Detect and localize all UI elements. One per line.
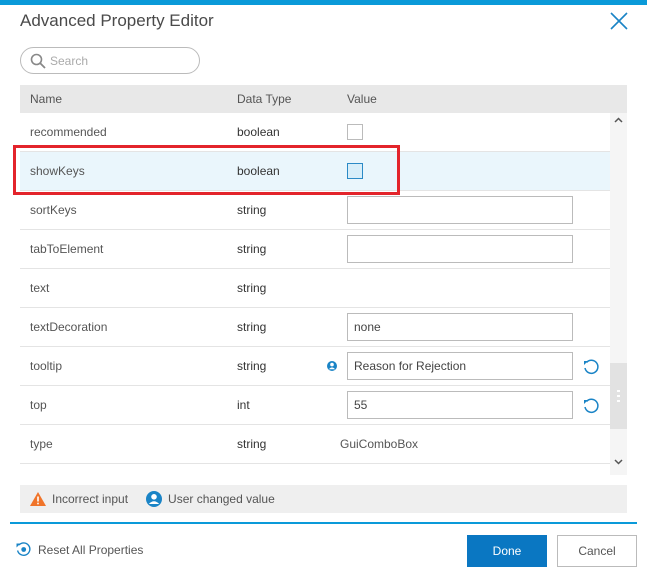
grip-icon bbox=[617, 390, 620, 402]
table-row[interactable]: recommended boolean bbox=[20, 113, 610, 152]
done-button[interactable]: Done bbox=[467, 535, 547, 567]
property-name: top bbox=[30, 398, 47, 412]
grid-header: Name Data Type Value bbox=[20, 85, 627, 113]
value-checkbox[interactable] bbox=[347, 163, 363, 179]
table-row[interactable]: text string bbox=[20, 269, 610, 308]
footer-divider bbox=[10, 522, 637, 524]
property-name: type bbox=[30, 437, 53, 451]
property-grid: Name Data Type Value recommended boolean… bbox=[20, 85, 627, 475]
scroll-up-icon[interactable] bbox=[614, 117, 623, 123]
user-changed-icon bbox=[327, 361, 337, 371]
property-name: recommended bbox=[30, 125, 107, 139]
property-name: tooltip bbox=[30, 359, 63, 373]
cancel-button[interactable]: Cancel bbox=[557, 535, 637, 567]
property-type: string bbox=[237, 281, 267, 295]
search-icon bbox=[30, 53, 46, 69]
property-type: boolean bbox=[237, 164, 280, 178]
table-row[interactable]: textDecoration string bbox=[20, 308, 610, 347]
reset-all-properties-link[interactable]: Reset All Properties bbox=[15, 541, 143, 558]
column-header-data-type[interactable]: Data Type bbox=[237, 92, 291, 106]
property-name: text bbox=[30, 281, 50, 295]
close-button[interactable] bbox=[609, 11, 629, 31]
grid-rows: recommended boolean showKeys boolean sor… bbox=[20, 113, 610, 475]
property-value-readonly: GuiComboBox bbox=[340, 437, 419, 451]
value-input[interactable] bbox=[347, 196, 573, 224]
dialog-title: Advanced Property Editor bbox=[20, 11, 214, 30]
dialog-accent-bar bbox=[0, 0, 647, 5]
legend-user-changed: User changed value bbox=[146, 491, 275, 507]
table-row[interactable]: type string GuiComboBox bbox=[20, 425, 610, 464]
value-input[interactable] bbox=[347, 313, 573, 341]
property-type: boolean bbox=[237, 125, 280, 139]
value-input[interactable] bbox=[347, 352, 573, 380]
table-row[interactable]: sortKeys string bbox=[20, 191, 610, 230]
search-box[interactable] bbox=[20, 47, 200, 74]
property-name: tabToElement bbox=[30, 242, 104, 256]
search-input[interactable] bbox=[50, 53, 190, 68]
property-type: string bbox=[237, 320, 267, 334]
column-header-name[interactable]: Name bbox=[30, 92, 62, 106]
property-type: string bbox=[237, 242, 267, 256]
legend-incorrect-input: Incorrect input bbox=[30, 492, 128, 506]
table-row[interactable]: tabToElement string bbox=[20, 230, 610, 269]
value-input[interactable] bbox=[347, 235, 573, 263]
revert-icon[interactable] bbox=[582, 397, 600, 415]
property-type: string bbox=[237, 203, 267, 217]
property-type: int bbox=[237, 398, 250, 412]
reset-icon bbox=[16, 542, 31, 557]
scrollbar-thumb[interactable] bbox=[610, 363, 627, 429]
table-row[interactable]: top int bbox=[20, 386, 610, 425]
warning-icon bbox=[30, 492, 46, 506]
property-type: string bbox=[237, 359, 267, 373]
scroll-down-icon[interactable] bbox=[614, 459, 623, 465]
table-row-selected[interactable]: showKeys boolean bbox=[20, 152, 610, 191]
vertical-scrollbar[interactable] bbox=[610, 113, 627, 475]
revert-icon[interactable] bbox=[582, 358, 600, 376]
column-header-value[interactable]: Value bbox=[347, 92, 377, 106]
property-name: sortKeys bbox=[30, 203, 77, 217]
legend-label: User changed value bbox=[168, 492, 275, 506]
property-name: textDecoration bbox=[30, 320, 108, 334]
legend-label: Incorrect input bbox=[52, 492, 129, 506]
value-input[interactable] bbox=[347, 391, 573, 419]
legend-bar: Incorrect input User changed value bbox=[20, 485, 627, 513]
reset-label: Reset All Properties bbox=[38, 542, 144, 557]
value-checkbox[interactable] bbox=[347, 124, 363, 140]
table-row[interactable]: tooltip string bbox=[20, 347, 610, 386]
property-type: string bbox=[237, 437, 267, 451]
property-name: showKeys bbox=[30, 164, 85, 178]
user-changed-icon bbox=[146, 491, 163, 507]
close-icon bbox=[610, 12, 628, 30]
